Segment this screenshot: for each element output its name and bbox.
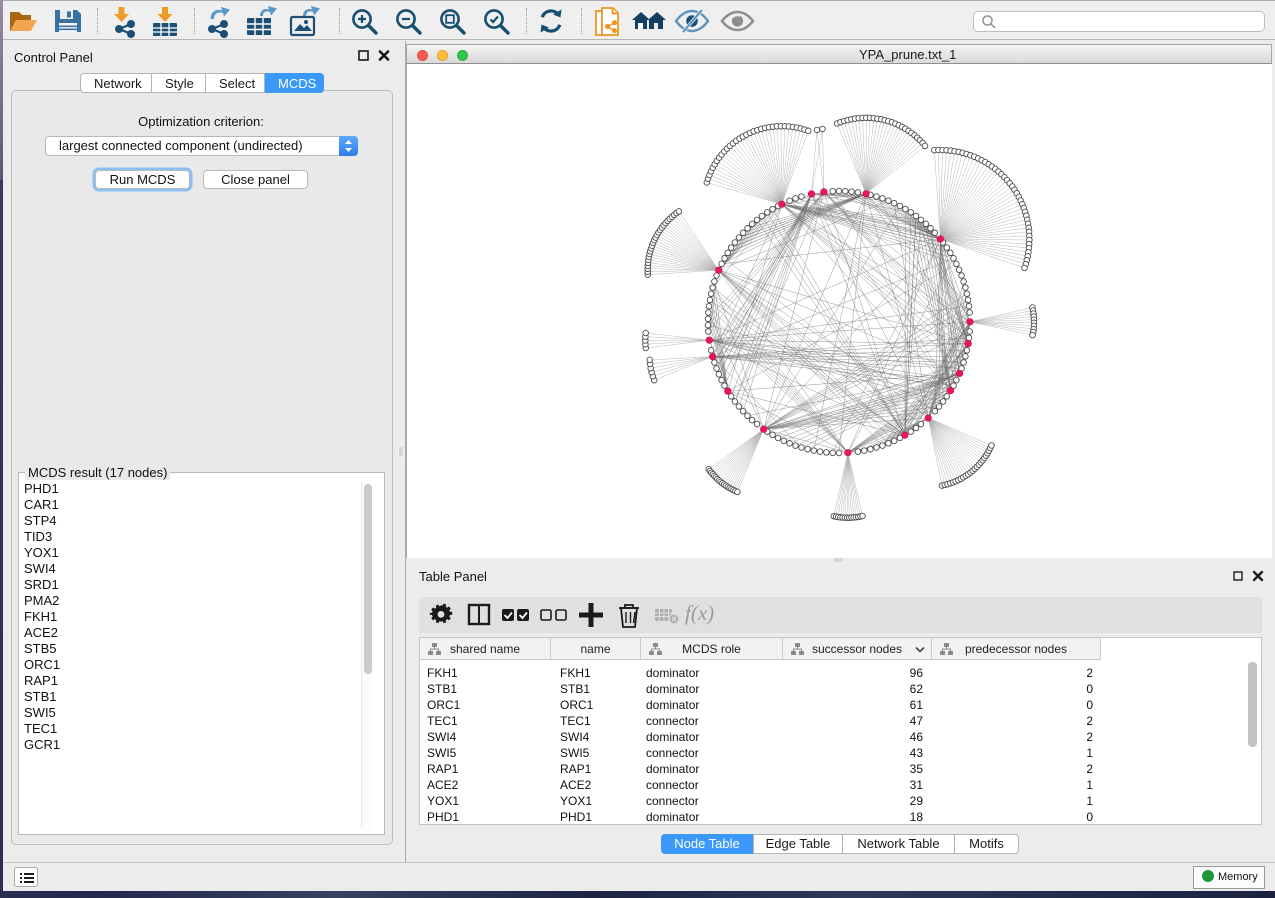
svg-text:f(x): f(x) <box>685 601 714 625</box>
